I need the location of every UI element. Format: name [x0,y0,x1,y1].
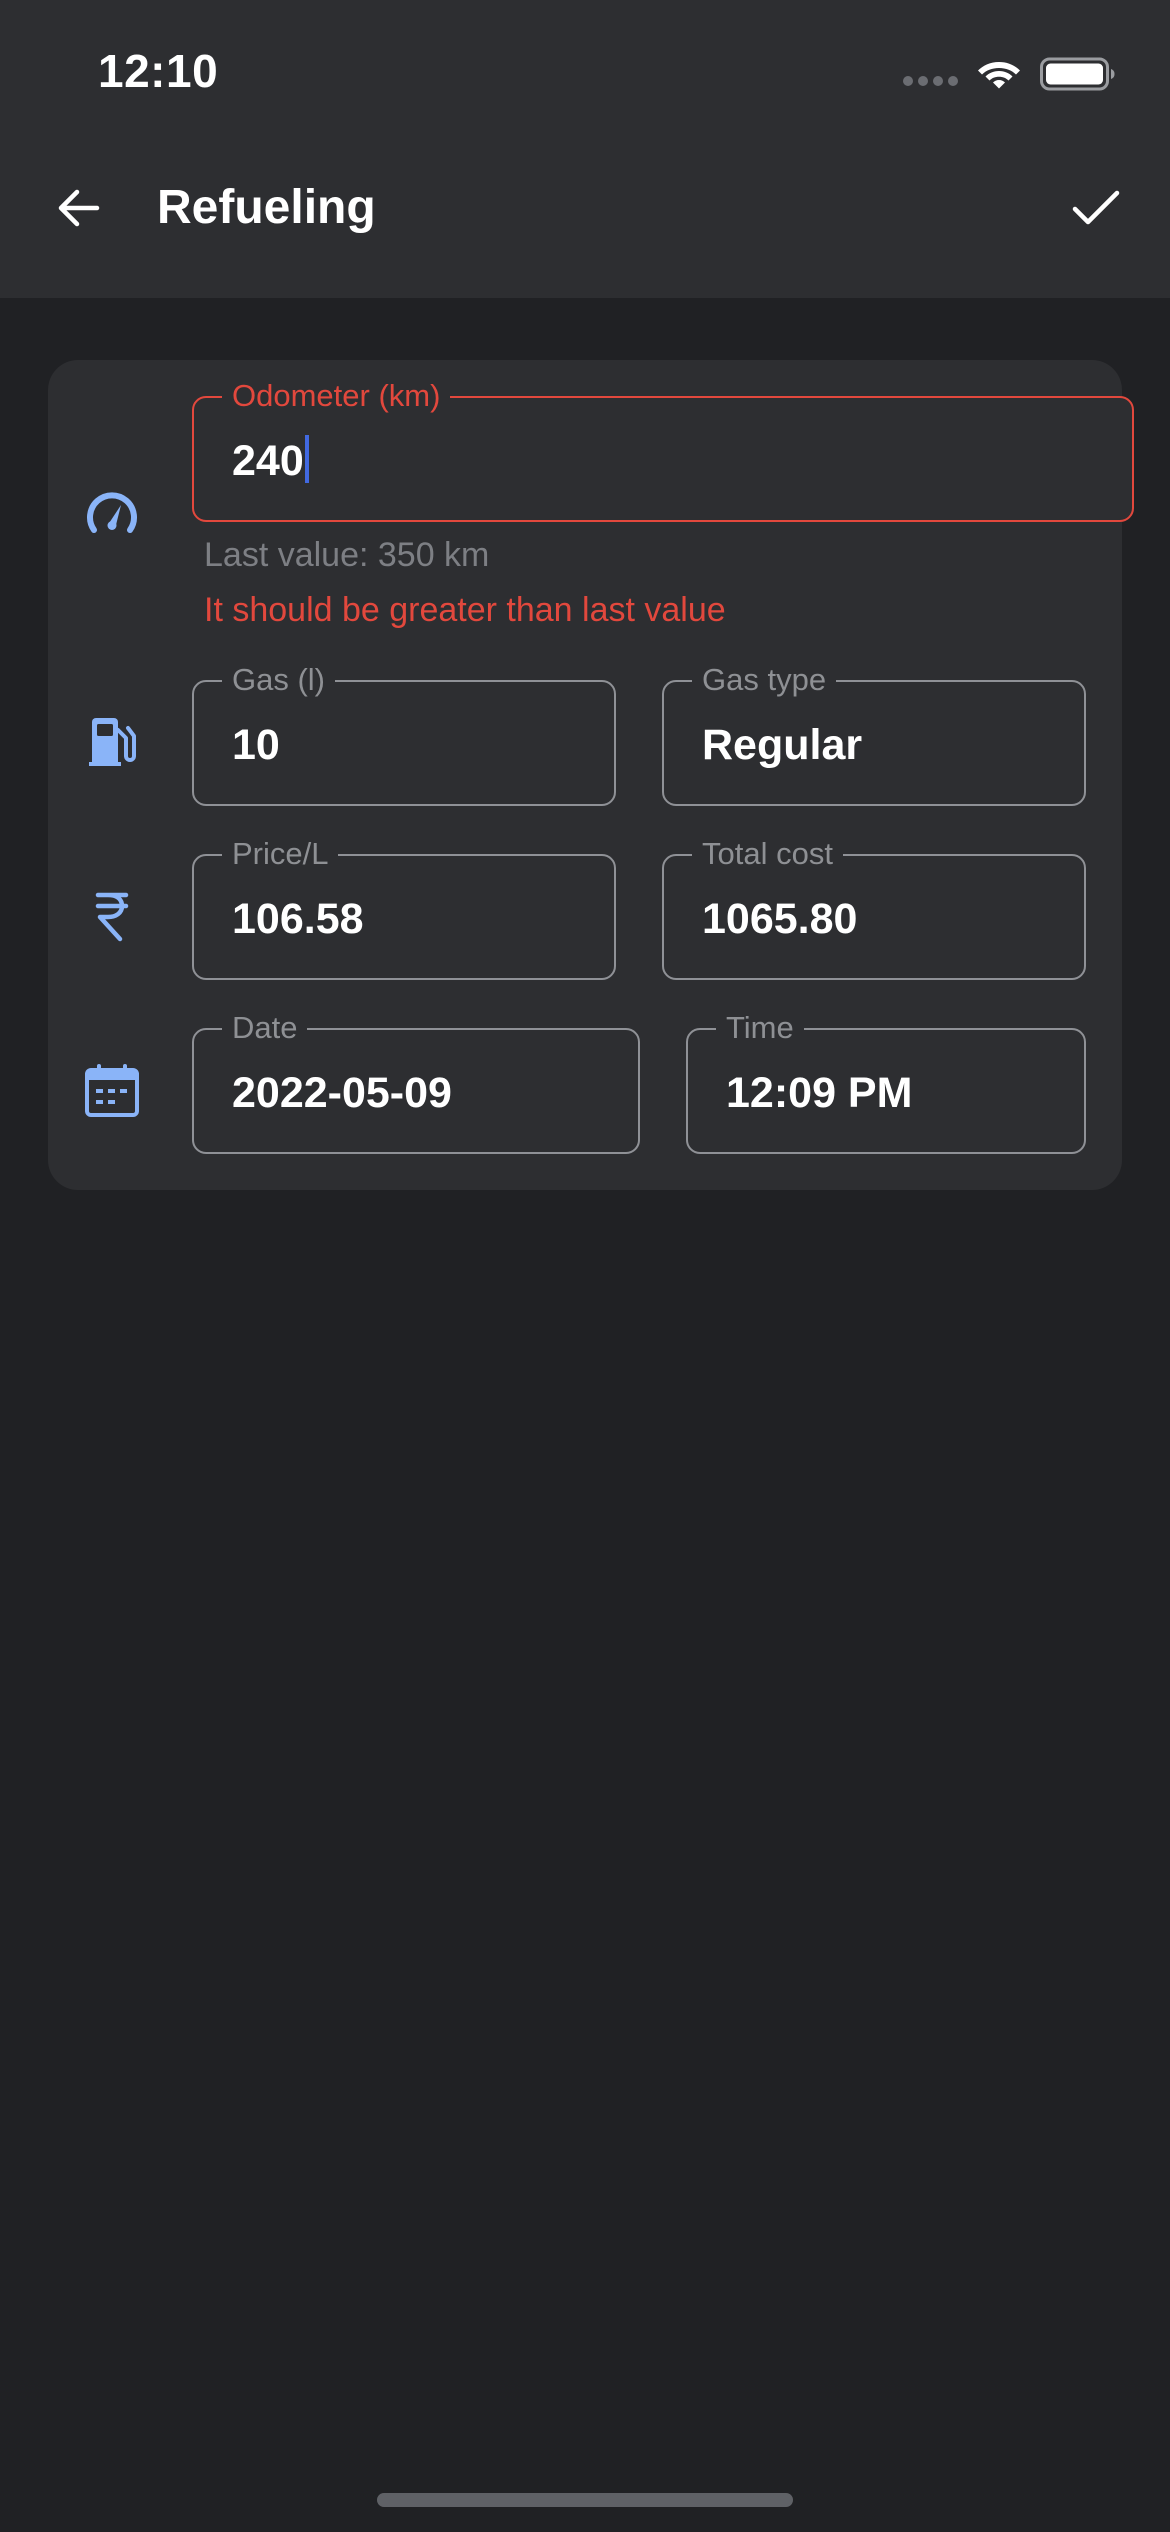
odometer-last-value-helper: Last value: 350 km [204,536,490,574]
gas-type-label: Gas type [692,660,837,700]
battery-icon [1040,57,1115,91]
refueling-screen: 12:10 Refueling Odometer (km) 240 Last v… [0,0,1170,2532]
time-field[interactable]: Time 12:09 PM [686,1008,1086,1154]
page-title: Refueling [157,181,376,234]
total-cost-field[interactable]: Total cost 1065.80 [662,834,1086,980]
gas-type-field[interactable]: Gas type Regular [662,660,1086,806]
back-button[interactable] [44,174,112,242]
top-bar: 12:10 Refueling [0,0,1170,298]
gas-liters-field[interactable]: Gas (l) 10 [192,660,616,806]
text-caret [304,435,309,483]
odometer-label: Odometer (km) [222,376,451,416]
gas-liters-value: 10 [232,721,280,769]
check-icon [1072,190,1120,225]
gas-type-value: Regular [702,721,863,769]
arrow-left-icon [58,189,100,227]
status-bar-time: 12:10 [98,45,219,97]
date-field[interactable]: Date 2022-05-09 [192,1008,640,1154]
time-label: Time [716,1008,804,1048]
price-per-liter-value: 106.58 [232,895,364,943]
time-value: 12:09 PM [726,1069,913,1117]
odometer-error-message: It should be greater than last value [204,591,726,629]
gas-pump-icon [84,714,140,770]
home-indicator [377,2493,793,2507]
speedometer-icon [84,486,140,542]
date-label: Date [222,1008,308,1048]
calendar-icon [84,1062,140,1118]
save-button[interactable] [1062,174,1130,242]
wifi-icon [978,62,1020,89]
status-bar-icons [903,54,1116,94]
gas-liters-label: Gas (l) [222,660,335,700]
price-per-liter-field[interactable]: Price/L 106.58 [192,834,616,980]
odometer-value: 240 [232,437,304,485]
rupee-icon [84,888,140,944]
refueling-form-card: Odometer (km) 240 Last value: 350 km It … [48,360,1134,1190]
odometer-input[interactable]: 240 [232,434,309,488]
price-per-liter-label: Price/L [222,834,339,874]
date-value: 2022-05-09 [232,1069,452,1117]
odometer-field[interactable]: Odometer (km) 240 [192,376,1134,522]
total-cost-label: Total cost [692,834,843,874]
total-cost-value: 1065.80 [702,895,858,943]
cellular-dots-icon [903,76,958,86]
